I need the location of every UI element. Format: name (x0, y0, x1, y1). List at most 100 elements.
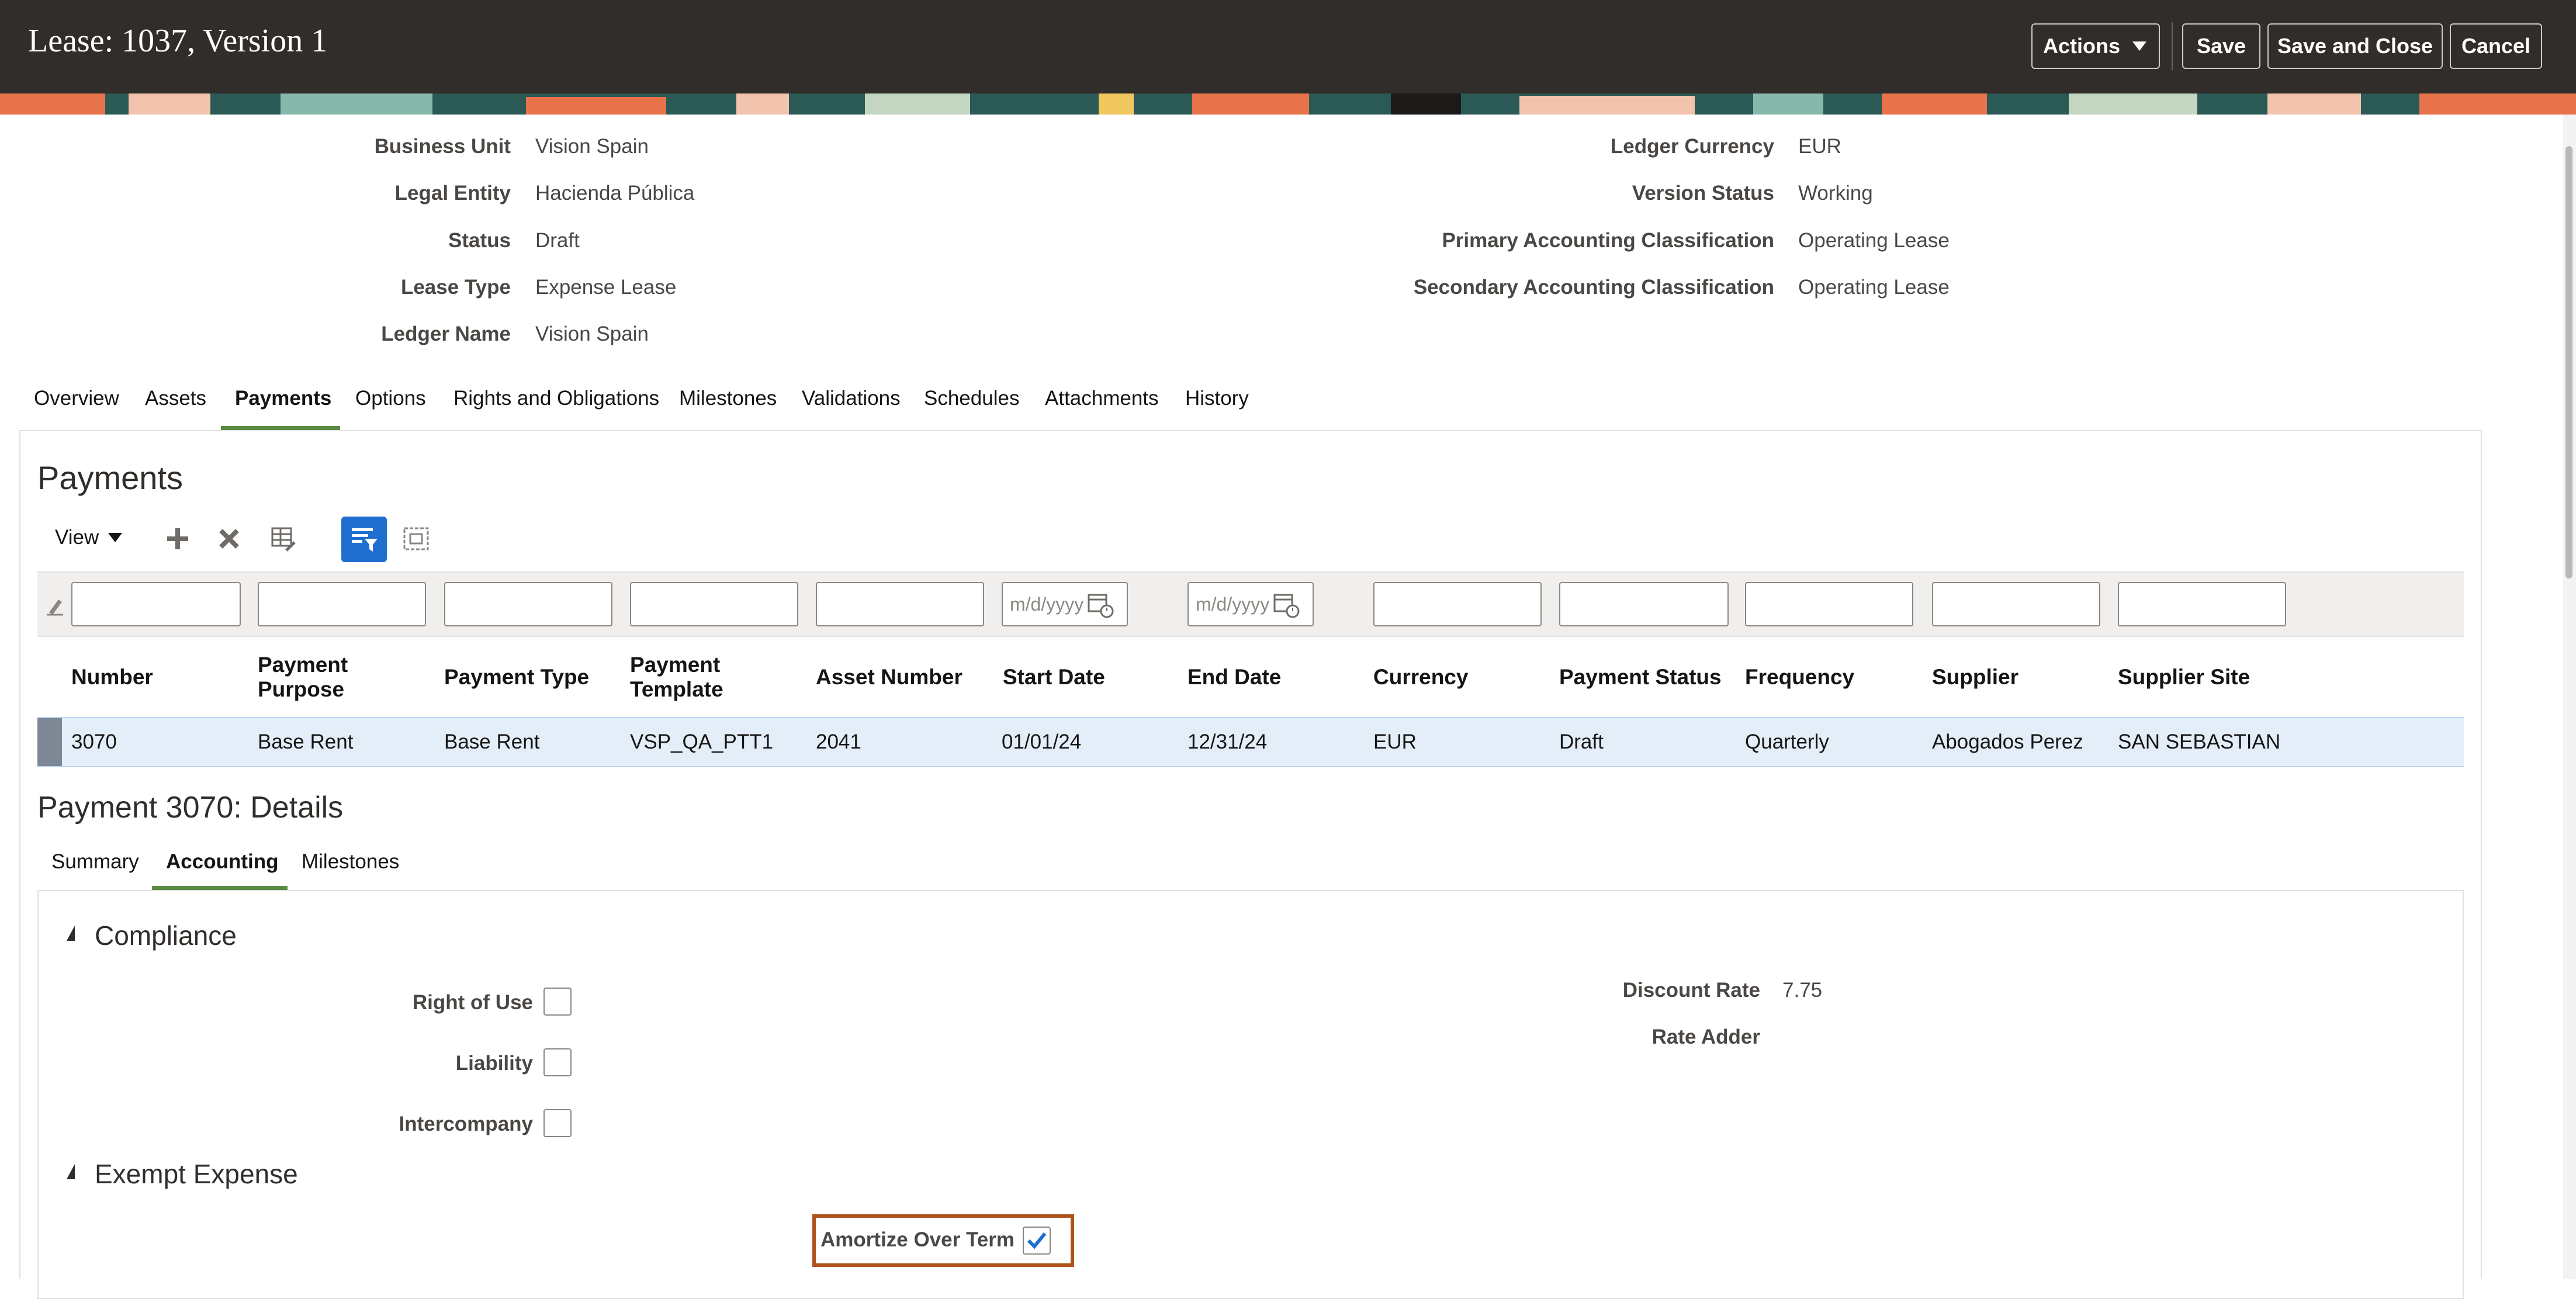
tab-overview[interactable]: Overview (34, 387, 119, 410)
exempt-expense-section-title[interactable]: Exempt Expense (95, 1158, 298, 1190)
view-menu[interactable]: View (55, 526, 123, 549)
collapse-triangle-icon[interactable] (67, 926, 75, 941)
actions-menu-button[interactable]: Actions (2031, 23, 2160, 69)
lease-type-value: Expense Lease (535, 276, 677, 299)
version-status-label: Version Status (1632, 182, 1774, 205)
filter-supplier-site-input[interactable] (2118, 582, 2286, 626)
cancel-button[interactable]: Cancel (2450, 23, 2542, 69)
subtab-milestones[interactable]: Milestones (302, 850, 399, 874)
start-date-placeholder: m/d/yyyy (1010, 593, 1084, 615)
clear-filter-icon[interactable] (46, 595, 64, 616)
business-unit-value: Vision Spain (535, 135, 649, 158)
caret-down-icon (2132, 41, 2146, 51)
column-header-frequency[interactable]: Frequency (1745, 665, 1854, 690)
tab-attachments[interactable]: Attachments (1045, 387, 1159, 410)
details-panel (37, 890, 2464, 1299)
filter-currency-input[interactable] (1373, 582, 1542, 626)
save-and-close-button[interactable]: Save and Close (2267, 23, 2443, 69)
legal-entity-label: Legal Entity (394, 182, 511, 205)
column-header-currency[interactable]: Currency (1373, 665, 1468, 690)
active-tab-indicator (221, 426, 340, 430)
calendar-icon[interactable] (1273, 591, 1300, 618)
ledger-name-value: Vision Spain (535, 323, 649, 345)
column-header-supplier-site[interactable]: Supplier Site (2118, 665, 2250, 690)
amortize-over-term-checkbox[interactable] (1023, 1227, 1051, 1255)
column-header-end-date[interactable]: End Date (1187, 665, 1281, 690)
filter-payment-status-input[interactable] (1559, 582, 1729, 626)
secondary-accounting-classification-label: Secondary Accounting Classification (1413, 276, 1774, 299)
cell-payment-template: VSP_QA_PTT1 (630, 730, 774, 753)
decorative-banner (0, 93, 2576, 115)
filter-number-input[interactable] (71, 582, 241, 626)
filter-payment-template-input[interactable] (630, 582, 798, 626)
column-header-supplier[interactable]: Supplier (1932, 665, 2018, 690)
query-by-example-button[interactable] (341, 517, 387, 562)
cell-payment-type: Base Rent (444, 730, 540, 753)
save-button[interactable]: Save (2182, 23, 2260, 69)
version-status-value: Working (1798, 182, 1873, 205)
ledger-name-label: Ledger Name (381, 323, 511, 345)
primary-accounting-classification-label: Primary Accounting Classification (1442, 229, 1774, 252)
status-value: Draft (535, 229, 580, 252)
actions-label: Actions (2042, 34, 2120, 58)
filter-payment-purpose-input[interactable] (258, 582, 426, 626)
column-header-start-date[interactable]: Start Date (1003, 665, 1105, 690)
compliance-section-title[interactable]: Compliance (95, 920, 237, 951)
column-header-payment-type[interactable]: Payment Type (444, 665, 589, 690)
filter-frequency-input[interactable] (1745, 582, 1913, 626)
cell-payment-status: Draft (1559, 730, 1604, 753)
scrollbar-thumb[interactable] (2565, 146, 2572, 579)
table-edit-icon (271, 527, 296, 552)
collapse-triangle-icon[interactable] (67, 1164, 75, 1179)
column-header-payment-status[interactable]: Payment Status (1559, 665, 1722, 690)
liability-label: Liability (455, 1052, 533, 1075)
cell-payment-purpose: Base Rent (258, 730, 354, 753)
tab-milestones[interactable]: Milestones (679, 387, 777, 410)
filter-supplier-input[interactable] (1932, 582, 2100, 626)
checkmark-icon (1027, 1232, 1047, 1249)
discount-rate-label: Discount Rate (1622, 979, 1760, 1002)
caret-down-icon (108, 533, 123, 542)
calendar-icon[interactable] (1087, 591, 1114, 618)
end-date-placeholder: m/d/yyyy (1196, 593, 1270, 615)
right-of-use-label: Right of Use (412, 991, 533, 1014)
business-unit-label: Business Unit (374, 135, 511, 158)
header-separator (2172, 22, 2173, 70)
detach-button[interactable] (400, 522, 432, 555)
cell-supplier-site: SAN SEBASTIAN (2118, 730, 2281, 753)
subtab-summary[interactable]: Summary (51, 850, 139, 874)
liability-checkbox[interactable] (543, 1048, 572, 1076)
tab-validations[interactable]: Validations (802, 387, 901, 410)
delete-row-button[interactable] (213, 522, 245, 555)
tab-history[interactable]: History (1185, 387, 1249, 410)
cell-asset-number: 2041 (816, 730, 861, 753)
tab-assets[interactable]: Assets (145, 387, 206, 410)
active-subtab-indicator (152, 886, 288, 890)
cell-frequency: Quarterly (1745, 730, 1829, 753)
cell-supplier: Abogados Perez (1932, 730, 2083, 753)
subtab-accounting[interactable]: Accounting (166, 850, 278, 874)
column-header-number[interactable]: Number (71, 665, 153, 690)
column-header-asset-number[interactable]: Asset Number (816, 665, 962, 690)
filter-payment-type-input[interactable] (444, 582, 612, 626)
row-selection-indicator (37, 718, 62, 766)
column-header-payment-purpose[interactable]: Payment Purpose (258, 653, 348, 702)
cell-currency: EUR (1373, 730, 1417, 753)
details-title: Payment 3070: Details (37, 791, 344, 825)
tab-schedules[interactable]: Schedules (924, 387, 1019, 410)
primary-accounting-classification-value: Operating Lease (1798, 229, 1950, 252)
discount-rate-value: 7.75 (1782, 979, 1823, 1002)
tab-payments[interactable]: Payments (235, 387, 331, 410)
cell-number: 3070 (71, 730, 117, 753)
duplicate-row-button[interactable] (266, 522, 299, 555)
filter-asset-number-input[interactable] (816, 582, 984, 626)
right-of-use-checkbox[interactable] (543, 988, 572, 1016)
column-header-payment-template[interactable]: Payment Template (630, 653, 723, 702)
tab-rights-and-obligations[interactable]: Rights and Obligations (453, 387, 659, 410)
add-row-button[interactable] (161, 522, 194, 555)
tab-options[interactable]: Options (355, 387, 426, 410)
cell-start-date: 01/01/24 (1002, 730, 1082, 753)
ledger-currency-label: Ledger Currency (1610, 135, 1774, 158)
banner-pattern-icon (0, 93, 2576, 115)
intercompany-checkbox[interactable] (543, 1109, 572, 1137)
